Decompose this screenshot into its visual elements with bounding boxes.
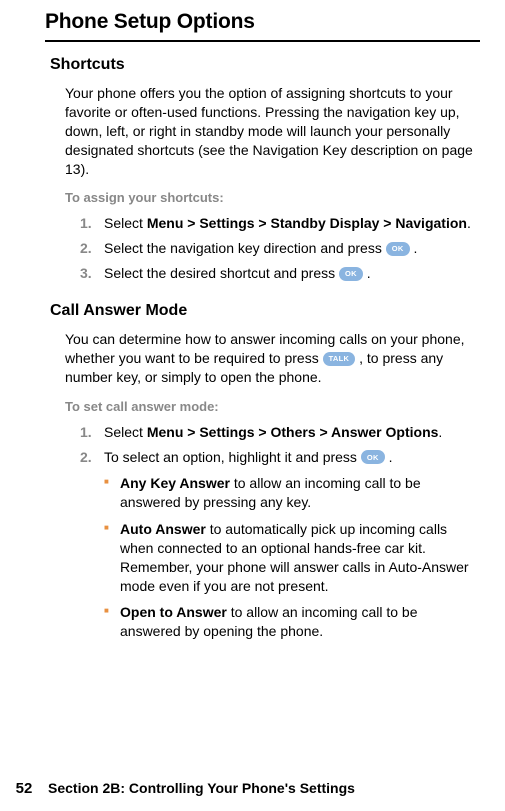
step-text: Select <box>104 215 147 231</box>
option-name: Open to Answer <box>120 604 227 620</box>
step-text: . <box>363 265 371 281</box>
menu-path: Menu > Settings > Standby Display > Navi… <box>147 215 467 231</box>
answer-intro: You can determine how to answer incoming… <box>65 330 480 387</box>
shortcuts-step-1: Select Menu > Settings > Standby Display… <box>80 213 480 234</box>
sub-item-any-key: Any Key Answer to allow an incoming call… <box>104 474 480 512</box>
option-name: Auto Answer <box>120 521 206 537</box>
answer-step-2: To select an option, highlight it and pr… <box>80 447 480 641</box>
sub-item-auto-answer: Auto Answer to automatically pick up inc… <box>104 520 480 596</box>
step-text: . <box>467 215 471 231</box>
step-text: . <box>438 424 442 440</box>
step-text: Select <box>104 424 147 440</box>
ok-key-icon: OK <box>339 267 363 281</box>
step-text: Select the desired shortcut and press <box>104 265 339 281</box>
page-title: Phone Setup Options <box>45 10 480 34</box>
answer-sublist: Any Key Answer to allow an incoming call… <box>104 474 480 641</box>
menu-path: Menu > Settings > Others > Answer Option… <box>147 424 439 440</box>
page-number: 52 <box>0 780 48 797</box>
ok-key-icon: OK <box>361 450 385 464</box>
talk-key-icon: TALK <box>323 352 356 366</box>
shortcuts-instr-title: To assign your shortcuts: <box>65 190 480 205</box>
page-footer: 52 Section 2B: Controlling Your Phone's … <box>0 780 355 797</box>
step-text: Select the navigation key direction and … <box>104 240 386 256</box>
shortcuts-intro: Your phone offers you the option of assi… <box>65 84 480 178</box>
answer-step-1: Select Menu > Settings > Others > Answer… <box>80 422 480 443</box>
answer-heading: Call Answer Mode <box>50 302 480 320</box>
answer-steps: Select Menu > Settings > Others > Answer… <box>80 422 480 641</box>
shortcuts-heading: Shortcuts <box>50 56 480 74</box>
step-text: To select an option, highlight it and pr… <box>104 449 361 465</box>
step-text: . <box>385 449 393 465</box>
shortcuts-step-3: Select the desired shortcut and press OK… <box>80 263 480 284</box>
ok-key-icon: OK <box>386 242 410 256</box>
title-divider <box>45 40 480 42</box>
step-text: . <box>410 240 418 256</box>
answer-instr-title: To set call answer mode: <box>65 399 480 414</box>
option-name: Any Key Answer <box>120 475 230 491</box>
section-label: Section 2B: Controlling Your Phone's Set… <box>48 780 355 796</box>
sub-item-open-to-answer: Open to Answer to allow an incoming call… <box>104 603 480 641</box>
shortcuts-steps: Select Menu > Settings > Standby Display… <box>80 213 480 284</box>
shortcuts-step-2: Select the navigation key direction and … <box>80 238 480 259</box>
